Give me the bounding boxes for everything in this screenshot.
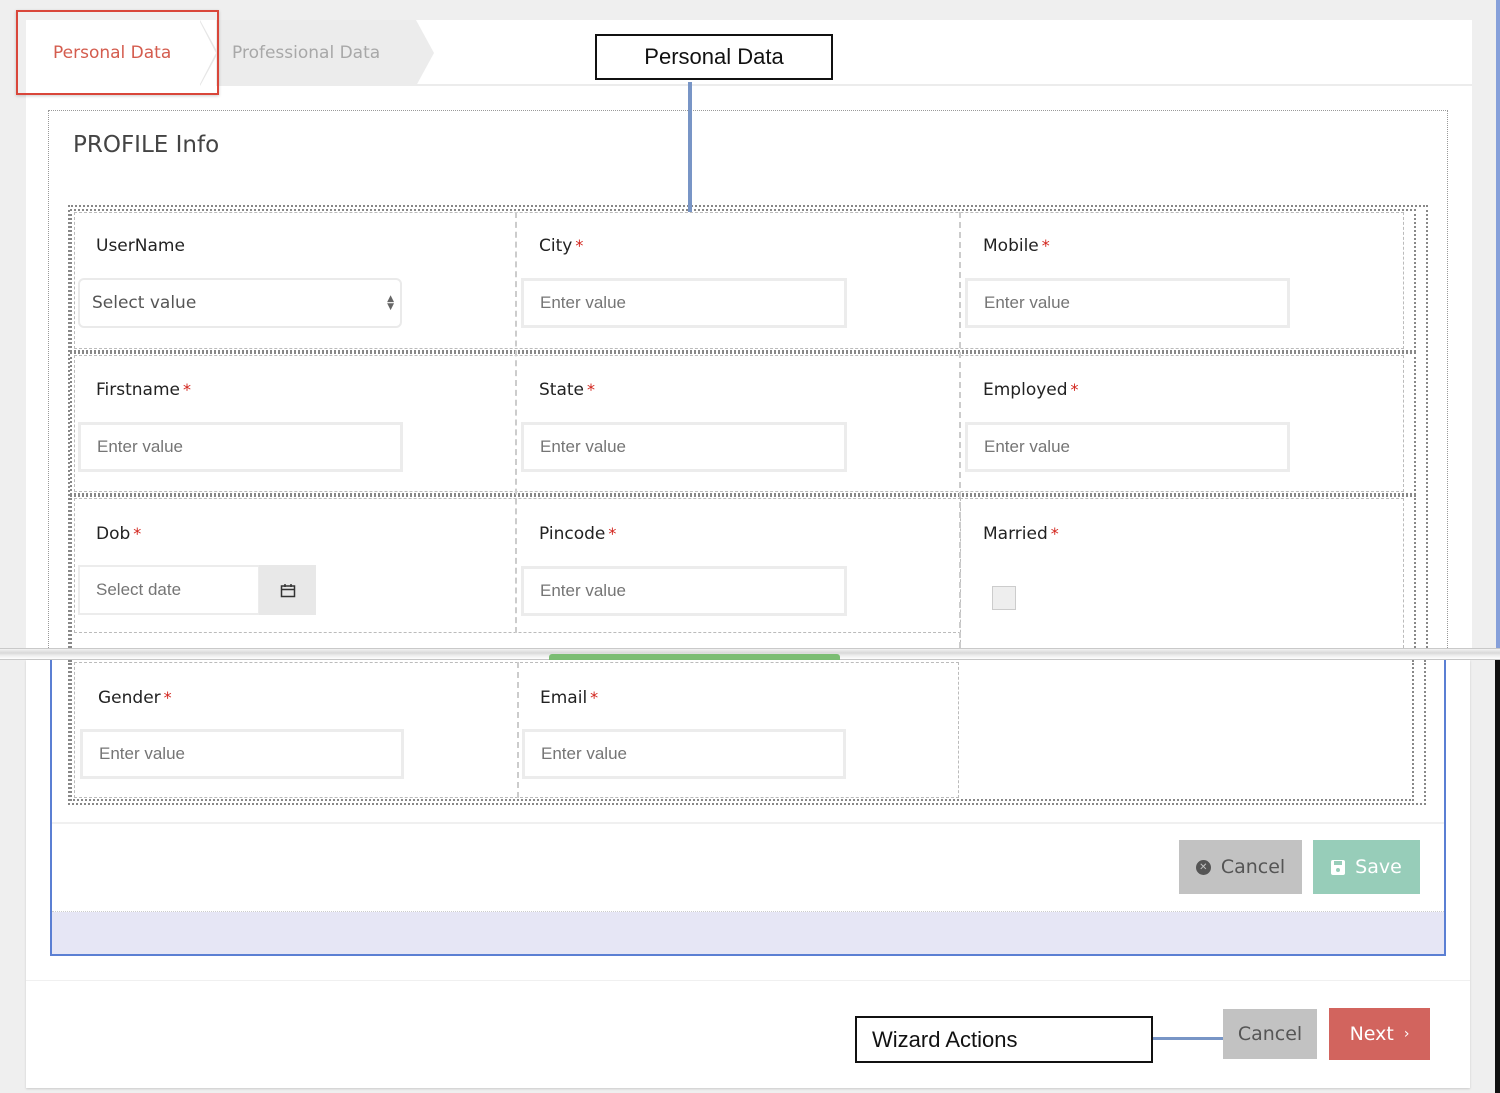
form-cancel-button[interactable]: ✕ Cancel <box>1179 840 1302 894</box>
section-title: PROFILE Info <box>73 132 220 158</box>
row-frame <box>960 498 1404 648</box>
gender-input[interactable] <box>80 729 404 779</box>
pincode-label: Pincode * <box>539 524 617 544</box>
calendar-icon <box>280 583 295 597</box>
required-marker: * <box>575 236 584 255</box>
city-label: City * <box>539 236 584 256</box>
date-picker-button[interactable] <box>259 565 316 615</box>
active-step-highlight <box>16 10 219 95</box>
required-marker: * <box>1041 236 1050 255</box>
wizard-cancel-button[interactable]: Cancel <box>1223 1009 1317 1059</box>
chevron-right-icon: › <box>1403 1026 1410 1042</box>
step-arrow <box>416 20 434 86</box>
gender-label: Gender * <box>98 688 172 708</box>
callout-connector <box>688 82 692 212</box>
email-label: Email * <box>540 688 599 708</box>
required-marker: * <box>183 380 191 399</box>
wizard-next-button[interactable]: Next › <box>1329 1008 1430 1060</box>
email-input[interactable] <box>522 729 846 779</box>
dob-input[interactable] <box>78 565 260 615</box>
button-label: Cancel <box>1237 1023 1303 1045</box>
dob-label: Dob * <box>96 524 142 544</box>
column-divider <box>515 212 517 633</box>
divider <box>52 822 1444 824</box>
firstname-input[interactable] <box>78 422 403 472</box>
step-label: Professional Data <box>232 43 381 63</box>
required-marker: * <box>590 688 599 707</box>
button-label: Save <box>1355 856 1402 878</box>
username-label: UserName <box>96 236 185 256</box>
required-marker: * <box>587 380 595 399</box>
annotation-callout-wizard-actions: Wizard Actions <box>855 1016 1153 1063</box>
married-checkbox[interactable] <box>992 586 1016 610</box>
required-marker: * <box>1050 524 1059 543</box>
circle-x-icon: ✕ <box>1195 859 1211 875</box>
floppy-disk-icon <box>1331 859 1346 875</box>
wizard-step-professional-data[interactable]: Professional Data <box>216 20 416 86</box>
state-label: State * <box>539 380 595 400</box>
annotation-callout-personal-data: Personal Data <box>595 34 833 80</box>
divider <box>26 980 1470 981</box>
mobile-label: Mobile * <box>983 236 1050 256</box>
pincode-input[interactable] <box>521 566 847 616</box>
married-label: Married * <box>983 524 1059 544</box>
callout-connector <box>1153 1037 1223 1040</box>
button-label: Cancel <box>1220 856 1286 878</box>
column-divider <box>959 212 961 648</box>
city-input[interactable] <box>521 278 847 328</box>
username-select[interactable]: Select value ▲ ▼ <box>78 278 402 328</box>
window-edge <box>1495 660 1500 1093</box>
save-button[interactable]: Save <box>1313 840 1420 894</box>
state-input[interactable] <box>521 422 847 472</box>
select-arrows-icon: ▲ ▼ <box>387 294 394 312</box>
required-marker: * <box>163 688 172 707</box>
button-label: Next <box>1349 1023 1394 1045</box>
window-edge <box>1496 0 1500 648</box>
required-marker: * <box>608 524 617 543</box>
select-value: Select value <box>92 293 197 313</box>
firstname-label: Firstname * <box>96 380 191 400</box>
employed-input[interactable] <box>965 422 1290 472</box>
required-marker: * <box>1070 380 1079 399</box>
employed-label: Employed * <box>983 380 1079 400</box>
column-divider <box>517 662 519 798</box>
required-marker: * <box>133 524 142 543</box>
mobile-input[interactable] <box>965 278 1290 328</box>
